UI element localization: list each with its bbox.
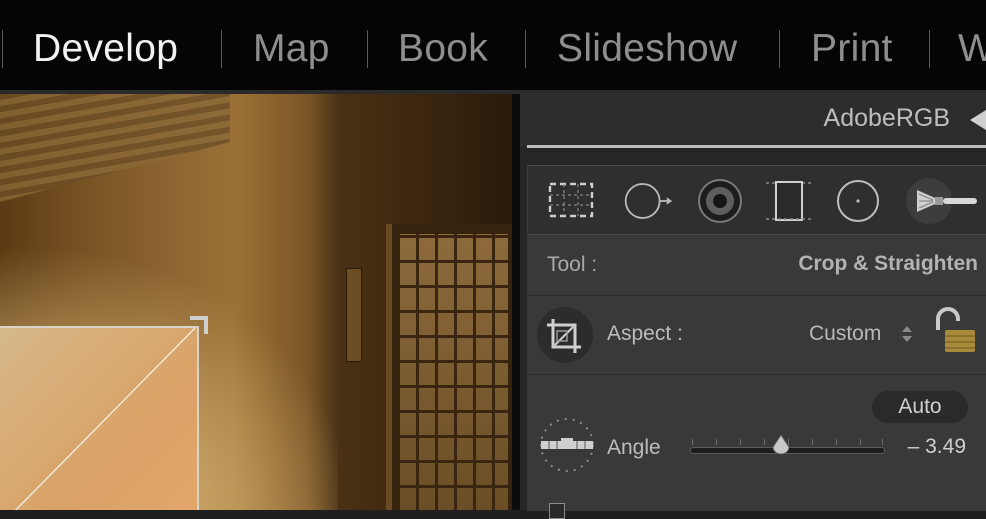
color-profile-label: AdobeRGB <box>823 104 950 132</box>
red-eye-icon[interactable] <box>695 176 745 226</box>
module-separator <box>367 30 368 68</box>
crop-overlay-icon[interactable] <box>546 176 596 226</box>
photo-door-handle <box>346 268 362 362</box>
slider-tick <box>716 439 717 445</box>
slider-tick <box>740 439 741 445</box>
develop-right-panel: AdobeRGB Tool: Crop & Straighten Aspect… <box>520 94 986 519</box>
aspect-label: Aspect : <box>607 322 683 345</box>
histogram-header: AdobeRGB <box>520 94 986 146</box>
angle-slider-thumb[interactable] <box>771 433 791 455</box>
crop-frame-icon[interactable] <box>537 307 593 363</box>
tool-name: Crop & Straighten <box>798 252 978 275</box>
tool-label: Tool : <box>547 253 598 276</box>
graduated-filter-icon[interactable] <box>764 176 814 226</box>
auto-straighten-button[interactable]: Auto <box>872 391 968 423</box>
panel-divider[interactable] <box>512 94 520 510</box>
tool-strip <box>527 165 986 234</box>
module-web[interactable]: W <box>958 26 986 72</box>
crop-corner-handle[interactable] <box>190 316 208 334</box>
slider-tick <box>860 439 861 445</box>
slider-tick <box>764 439 765 445</box>
module-separator <box>221 30 222 68</box>
module-print[interactable]: Print <box>811 26 893 72</box>
module-develop[interactable]: Develop <box>33 26 178 72</box>
module-slideshow[interactable]: Slideshow <box>557 26 737 72</box>
module-separator <box>779 30 780 68</box>
slider-tick <box>882 439 883 445</box>
straighten-level-icon[interactable] <box>537 415 597 475</box>
angle-value[interactable]: – 3.49 <box>908 435 966 459</box>
photo-canvas[interactable] <box>0 94 512 510</box>
aspect-row: Aspect : Custom <box>527 295 986 374</box>
angle-row: Auto Angle – 3.49 <box>527 374 986 519</box>
spot-removal-icon[interactable] <box>623 176 673 226</box>
slider-tick <box>836 439 837 445</box>
lock-icon[interactable] <box>927 306 977 356</box>
slider-tick <box>812 439 813 445</box>
slider-tick <box>692 439 693 445</box>
angle-label: Angle <box>607 436 661 459</box>
collapse-triangle-icon[interactable] <box>970 110 986 130</box>
module-picker: Develop Map Book Slideshow Print W <box>0 0 986 90</box>
crop-diagonal-guide <box>14 327 196 510</box>
tool-row: Tool : Crop & Straighten <box>527 234 986 295</box>
module-book[interactable]: Book <box>398 26 488 72</box>
module-separator <box>929 30 930 68</box>
module-separator <box>2 30 3 68</box>
adjustment-brush-icon[interactable] <box>905 176 979 226</box>
radial-filter-icon[interactable] <box>833 176 883 226</box>
constrain-to-image-checkbox[interactable] <box>549 503 565 519</box>
module-separator <box>525 30 526 68</box>
photo-shoji-window <box>400 234 508 510</box>
histogram-bottom-rule <box>527 145 986 148</box>
aspect-value[interactable]: Custom <box>809 322 881 346</box>
aspect-stepper-icon[interactable] <box>901 324 913 344</box>
module-map[interactable]: Map <box>253 26 330 72</box>
